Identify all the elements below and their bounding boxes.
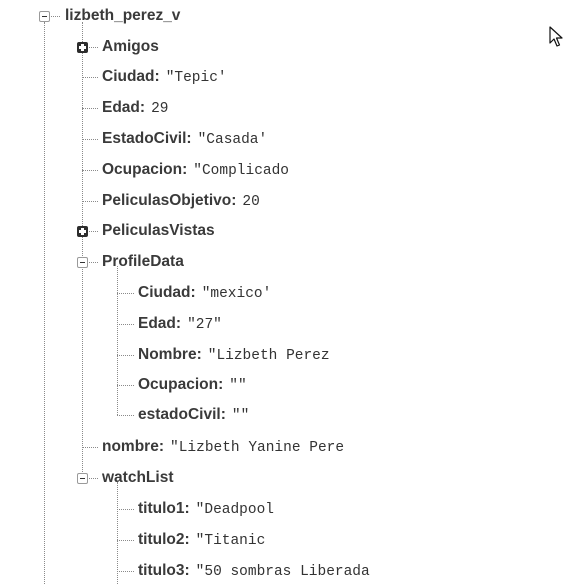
node-key: Ocupacion — [102, 161, 183, 178]
tree-node-root[interactable]: lizbeth_perez_v — [65, 5, 180, 27]
node-key: Edad — [138, 315, 176, 332]
tree-node-watch-list[interactable]: watchList — [102, 467, 173, 489]
node-value: "mexico' — [201, 286, 272, 302]
tree-connector — [89, 478, 98, 479]
tree-connector — [82, 139, 98, 140]
plus-box-icon[interactable] — [77, 226, 88, 237]
node-value: "27" — [187, 317, 222, 333]
node-value: "Lizbeth Perez — [207, 348, 330, 364]
node-value: "Deadpool — [195, 502, 274, 518]
node-value: "50 sombras Liberada — [195, 564, 370, 580]
tree-node-ocupacion[interactable]: Ocupacion: "Complicado — [102, 159, 289, 181]
node-colon: : — [154, 68, 160, 85]
tree-node-amigos[interactable]: Amigos — [102, 36, 159, 58]
node-key: watchList — [102, 469, 174, 486]
node-value: "Titanic — [195, 533, 266, 549]
mouse-pointer-icon — [549, 26, 563, 47]
tree-node-profile-estado-civil[interactable]: estadoCivil: "" — [138, 404, 249, 426]
node-key: titulo3 — [138, 562, 185, 579]
tree-node-profile-nombre[interactable]: Nombre: "Lizbeth Perez — [138, 344, 330, 366]
node-value: 20 — [242, 194, 260, 210]
tree-connector — [117, 324, 134, 325]
tree-node-profile-ocupacion[interactable]: Ocupacion: "" — [138, 374, 247, 396]
node-value: "Casada' — [197, 132, 268, 148]
tree-connector — [117, 355, 134, 356]
node-colon: : — [196, 346, 202, 363]
node-key: Nombre — [138, 346, 197, 363]
tree-connector — [51, 16, 60, 17]
node-key: titulo1 — [138, 500, 185, 517]
node-key: titulo2 — [138, 531, 185, 548]
node-key: Ciudad — [102, 68, 155, 85]
tree-guide-profile-data — [117, 266, 118, 415]
tree-node-profile-edad[interactable]: Edad: "27" — [138, 313, 222, 335]
tree-node-estado-civil[interactable]: EstadoCivil: "Casada' — [102, 128, 267, 150]
node-key: EstadoCivil — [102, 130, 187, 147]
tree-connector — [117, 385, 134, 386]
tree-connector — [117, 293, 134, 294]
node-colon: : — [139, 99, 146, 116]
tree-node-titulo3[interactable]: titulo3: "50 sombras Liberada — [138, 560, 370, 582]
tree-node-edad[interactable]: Edad: 29 — [102, 97, 168, 119]
node-colon: : — [158, 438, 165, 455]
node-key: ProfileData — [102, 253, 184, 270]
tree-guide-root — [44, 22, 45, 584]
tree-connector — [117, 540, 134, 541]
node-key: Amigos — [102, 38, 159, 55]
minus-box-icon[interactable] — [77, 473, 88, 484]
tree-node-titulo2[interactable]: titulo2: "Titanic — [138, 529, 265, 551]
node-value: "Tepic' — [165, 70, 227, 86]
tree-connector — [82, 447, 98, 448]
tree-connector — [117, 509, 134, 510]
minus-box-icon[interactable] — [39, 11, 50, 22]
tree-connector — [82, 108, 98, 109]
tree-connector — [89, 47, 98, 48]
node-key: Ciudad — [138, 284, 191, 301]
tree-connector — [82, 77, 98, 78]
node-colon: : — [231, 192, 237, 209]
node-colon: : — [182, 161, 188, 178]
node-colon: : — [184, 500, 190, 517]
minus-box-icon[interactable] — [77, 257, 88, 268]
node-key: PeliculasVistas — [102, 222, 215, 239]
tree-node-titulo1[interactable]: titulo1: "Deadpool — [138, 498, 274, 520]
node-key: Edad — [102, 99, 140, 116]
tree-node-nombre[interactable]: nombre: "Lizbeth Yanine Pere — [102, 436, 344, 458]
tree-connector — [117, 415, 134, 416]
tree-node-peliculas-objetivo[interactable]: PeliculasObjetivo: 20 — [102, 190, 260, 212]
node-colon: : — [218, 376, 224, 393]
tree-connector — [82, 170, 98, 171]
tree-node-profile-ciudad[interactable]: Ciudad: "mexico' — [138, 282, 271, 304]
node-colon: : — [175, 315, 182, 332]
node-value: "" — [231, 408, 250, 424]
tree-connector — [89, 231, 98, 232]
node-key: estadoCivil — [138, 406, 221, 423]
node-colon: : — [186, 130, 192, 147]
node-colon: : — [184, 531, 190, 548]
node-colon: : — [220, 406, 226, 423]
node-key: lizbeth_perez_v — [65, 7, 181, 24]
node-key: Ocupacion — [138, 376, 219, 393]
tree-node-ciudad[interactable]: Ciudad: "Tepic' — [102, 66, 227, 88]
tree-connector — [89, 262, 98, 263]
node-key: nombre — [102, 438, 159, 455]
tree-node-peliculas-vistas[interactable]: PeliculasVistas — [102, 220, 215, 242]
node-value: 29 — [151, 101, 169, 117]
plus-box-icon[interactable] — [77, 42, 88, 53]
tree-guide-watch-list — [117, 482, 118, 584]
node-colon: : — [184, 562, 190, 579]
node-value: "Complicado — [193, 163, 289, 179]
node-value: "" — [229, 378, 247, 394]
tree-connector — [117, 571, 134, 572]
node-colon: : — [190, 284, 196, 301]
node-key: PeliculasObjetivo — [102, 192, 232, 209]
node-value: "Lizbeth Yanine Pere — [170, 440, 345, 456]
tree-guide-level1 — [82, 22, 83, 478]
tree-connector — [82, 201, 98, 202]
tree-node-profile-data[interactable]: ProfileData — [102, 251, 184, 273]
